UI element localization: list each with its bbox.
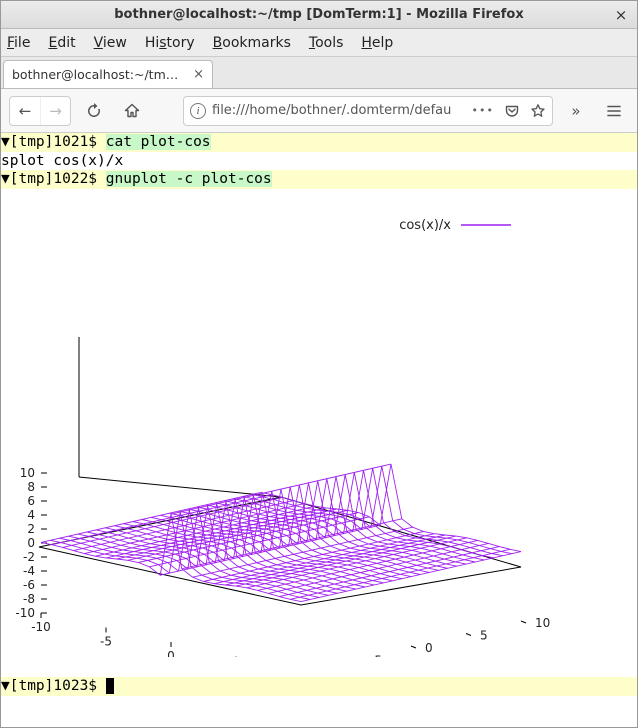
svg-text:-5: -5 bbox=[100, 634, 112, 648]
menu-file[interactable]: File bbox=[7, 35, 30, 51]
svg-text:-10: -10 bbox=[31, 620, 51, 634]
fold-marker-icon[interactable]: ▼ bbox=[1, 678, 10, 694]
menu-tools[interactable]: Tools bbox=[309, 35, 344, 51]
svg-text:-5: -5 bbox=[370, 653, 382, 657]
bookmark-star-icon[interactable] bbox=[530, 103, 546, 119]
svg-text:5: 5 bbox=[480, 628, 488, 642]
url-text: file:///home/bothner/.domterm/defau bbox=[212, 103, 466, 118]
svg-text:8: 8 bbox=[27, 480, 35, 494]
cursor bbox=[106, 678, 114, 694]
pocket-icon[interactable] bbox=[504, 103, 520, 119]
menubar: File Edit View History Bookmarks Tools H… bbox=[1, 29, 637, 57]
menu-bookmarks[interactable]: Bookmarks bbox=[213, 35, 291, 51]
browser-tab[interactable]: bothner@localhost:~/tmp [D × bbox=[3, 60, 213, 88]
forward-button[interactable]: → bbox=[40, 97, 70, 125]
window-close-button[interactable]: × bbox=[607, 6, 635, 24]
svg-text:10: 10 bbox=[535, 616, 550, 630]
menu-edit[interactable]: Edit bbox=[48, 35, 75, 51]
tab-close-button[interactable]: × bbox=[193, 67, 204, 82]
menu-view[interactable]: View bbox=[94, 35, 127, 51]
tab-strip: bothner@localhost:~/tmp [D × bbox=[1, 57, 637, 89]
menu-help[interactable]: Help bbox=[361, 35, 393, 51]
fold-marker-icon[interactable]: ▼ bbox=[1, 134, 10, 150]
prompt: [tmp]1022$ bbox=[10, 171, 106, 187]
output-line: splot cos(x)/x bbox=[1, 153, 123, 169]
prompt: [tmp]1021$ bbox=[10, 134, 106, 150]
overflow-button[interactable]: » bbox=[561, 96, 591, 126]
svg-text:-8: -8 bbox=[23, 592, 35, 606]
legend-label: cos(x)/x bbox=[399, 218, 451, 233]
menu-history[interactable]: History bbox=[145, 35, 195, 51]
svg-text:10: 10 bbox=[20, 466, 35, 480]
svg-text:0: 0 bbox=[167, 649, 175, 657]
svg-text:0: 0 bbox=[425, 641, 433, 655]
url-bar[interactable]: i file:///home/bothner/.domterm/defau ••… bbox=[183, 96, 553, 126]
gnuplot-output: cos(x)/x -10-8-6-4-20246810 -10-50510 -1… bbox=[1, 189, 637, 659]
svg-text:-6: -6 bbox=[23, 578, 35, 592]
site-info-icon[interactable]: i bbox=[190, 103, 206, 119]
reload-button[interactable] bbox=[79, 96, 109, 126]
blank-line bbox=[1, 660, 10, 676]
svg-text:-2: -2 bbox=[23, 550, 35, 564]
svg-text:0: 0 bbox=[27, 536, 35, 550]
svg-text:4: 4 bbox=[27, 508, 35, 522]
prompt: [tmp]1023$ bbox=[10, 678, 106, 694]
titlebar: bothner@localhost:~/tmp [DomTerm:1] - Mo… bbox=[1, 1, 637, 29]
terminal-content[interactable]: ▼[tmp]1021$ cat plot-cos splot cos(x)/x … bbox=[1, 133, 637, 727]
home-button[interactable] bbox=[117, 96, 147, 126]
command-text: cat plot-cos bbox=[106, 134, 211, 150]
svg-text:-4: -4 bbox=[23, 564, 35, 578]
svg-text:-10: -10 bbox=[15, 606, 35, 620]
back-button[interactable]: ← bbox=[10, 97, 40, 125]
svg-text:2: 2 bbox=[27, 522, 35, 536]
toolbar: ← → i file:///home/bothner/.domterm/defa… bbox=[1, 89, 637, 133]
page-actions-dots-icon[interactable]: ••• bbox=[472, 104, 494, 117]
fold-marker-icon[interactable]: ▼ bbox=[1, 171, 10, 187]
surface-mesh bbox=[41, 464, 521, 601]
tab-label: bothner@localhost:~/tmp [D bbox=[12, 67, 185, 82]
command-text: gnuplot -c plot-cos bbox=[106, 171, 272, 187]
window-title: bothner@localhost:~/tmp [DomTerm:1] - Mo… bbox=[1, 7, 637, 22]
app-menu-button[interactable] bbox=[599, 96, 629, 126]
nav-group: ← → bbox=[9, 96, 71, 126]
svg-text:6: 6 bbox=[27, 494, 35, 508]
